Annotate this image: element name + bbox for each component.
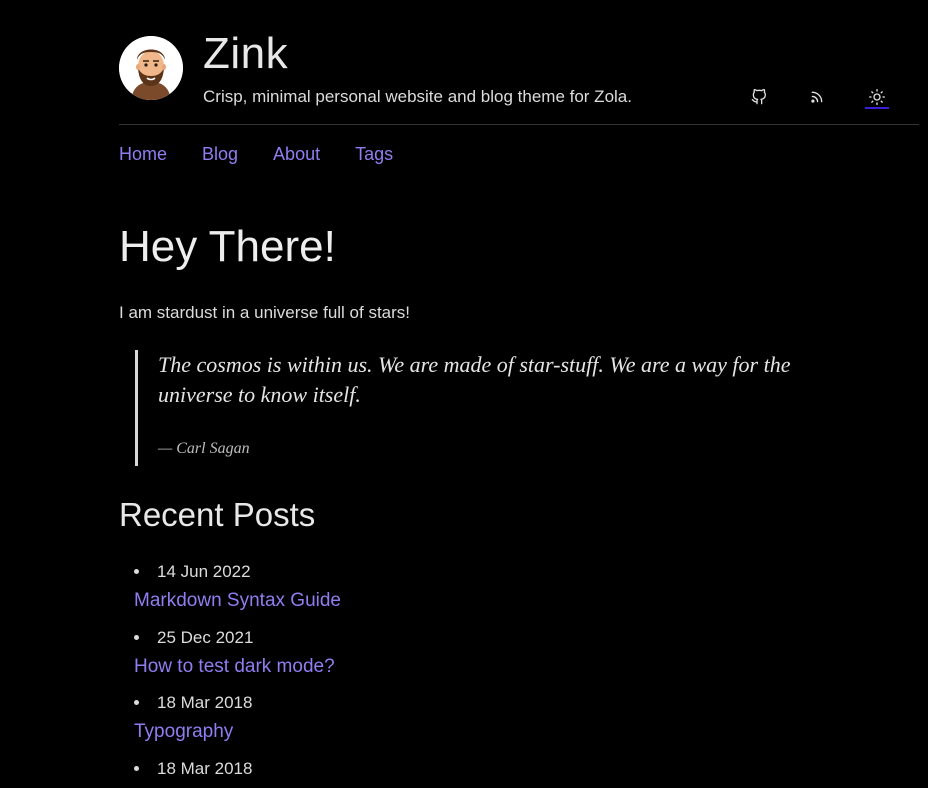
post-date: 14 Jun 2022 [157, 562, 251, 581]
nav-item-blog[interactable]: Blog [202, 144, 238, 165]
page: Zink Crisp, minimal personal website and… [0, 0, 928, 788]
quote-text: The cosmos is within us. We are made of … [158, 352, 791, 407]
theme-toggle-underline [865, 107, 889, 109]
bullet [134, 765, 139, 771]
bullet [134, 634, 139, 640]
recent-posts-heading: Recent Posts [119, 496, 316, 533]
sun-icon[interactable] [866, 86, 888, 108]
site-title[interactable]: Zink [203, 28, 288, 80]
quote-citation: — Carl Sagan [158, 440, 250, 457]
blockquote: The cosmos is within us. We are made of … [135, 350, 835, 466]
post-date: 18 Mar 2018 [157, 758, 253, 778]
rss-icon[interactable] [806, 86, 828, 108]
main-nav: Home Blog About Tags [119, 144, 428, 165]
bullet [134, 569, 139, 574]
post-date: 18 Mar 2018 [157, 693, 253, 712]
avatar[interactable] [119, 36, 183, 100]
post-link[interactable]: Markdown Syntax Guide [134, 590, 341, 612]
header-divider [119, 124, 919, 125]
bullet [134, 700, 139, 705]
nav-item-home[interactable]: Home [119, 144, 167, 165]
site-header: Zink Crisp, minimal personal website and… [119, 29, 919, 124]
post-link[interactable]: Typography [134, 721, 233, 743]
intro-text: I am stardust in a universe full of star… [119, 303, 411, 322]
page-heading: Hey There! [119, 222, 336, 271]
post-link[interactable]: How to test dark mode? [134, 656, 335, 678]
nav-item-tags[interactable]: Tags [355, 144, 393, 165]
github-icon[interactable] [748, 86, 770, 108]
nav-item-about[interactable]: About [273, 144, 320, 165]
site-tagline: Crisp, minimal personal website and blog… [203, 87, 632, 106]
post-date: 25 Dec 2021 [157, 627, 254, 647]
avatar-image [119, 36, 183, 100]
